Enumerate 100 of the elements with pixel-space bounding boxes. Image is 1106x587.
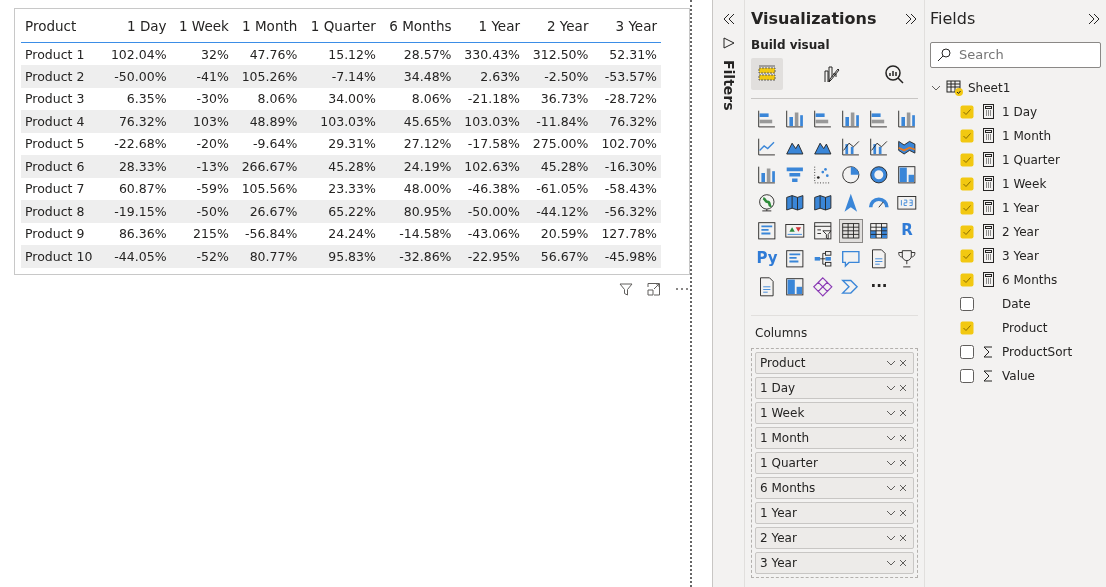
calculator-icon xyxy=(982,128,994,144)
checkbox[interactable] xyxy=(960,104,974,119)
list-icon[interactable] xyxy=(784,247,806,270)
field-well-item[interactable]: 3 Year xyxy=(755,551,914,574)
column-header[interactable]: 1 Quarter xyxy=(301,13,380,43)
checkbox[interactable] xyxy=(960,152,974,167)
table-cell: -16.30% xyxy=(592,155,661,178)
table-cell: 65.22% xyxy=(301,200,380,223)
field-item[interactable]: 1 Month xyxy=(930,123,1101,148)
field-name: 1 Week xyxy=(760,404,806,422)
table-cell: -11.84% xyxy=(523,110,593,133)
checkbox[interactable] xyxy=(960,368,974,383)
field-well-item[interactable]: 1 Week xyxy=(755,401,914,424)
field-name: Date xyxy=(1002,295,1031,313)
field-name: 3 Year xyxy=(1002,247,1039,265)
field-well-item[interactable]: 6 Months xyxy=(755,476,914,499)
table-cell: 28.57% xyxy=(379,42,456,66)
field-well-item[interactable]: 2 Year xyxy=(755,526,914,549)
pane-title: Visualizations xyxy=(751,10,877,28)
table-cell: 45.65% xyxy=(379,110,456,133)
table-visual[interactable] xyxy=(14,8,690,275)
table-name[interactable]: Sheet1 xyxy=(968,78,1011,97)
table-cell: 103.03% xyxy=(301,110,380,133)
table-cell: 105.26% xyxy=(232,65,302,88)
checkbox[interactable] xyxy=(960,176,974,191)
table-cell: -22.68% xyxy=(102,132,171,156)
visual-type-label[interactable]: R xyxy=(901,223,913,239)
expand-icon[interactable] xyxy=(1087,11,1101,26)
table-cell: -44.12% xyxy=(523,200,593,223)
calculator-icon xyxy=(982,200,994,216)
field-name: 2 Year xyxy=(1002,223,1039,241)
checkbox[interactable] xyxy=(960,296,974,311)
table-cell: 2.63% xyxy=(455,65,524,88)
field-name: 6 Months xyxy=(1002,271,1058,289)
pie-chart-icon[interactable] xyxy=(840,163,862,186)
field-item[interactable]: 1 Day xyxy=(930,99,1101,124)
field-item[interactable]: 3 Year xyxy=(930,243,1101,268)
table-cell: 26.67% xyxy=(232,200,302,223)
slicer-icon[interactable] xyxy=(812,219,834,242)
trophy-icon[interactable] xyxy=(896,247,918,270)
field-well-item[interactable]: 1 Year xyxy=(755,501,914,524)
column-header[interactable]: 1 Month xyxy=(232,13,302,43)
table-cell: 95.83% xyxy=(301,245,380,268)
pane-title[interactable]: Filters xyxy=(718,60,739,111)
field-item[interactable]: 2 Year xyxy=(930,219,1101,244)
field-item[interactable]: 6 Months xyxy=(930,267,1101,292)
field-item[interactable]: 1 Quarter xyxy=(930,147,1101,172)
table-cell: Product 2 xyxy=(21,65,103,88)
calculator-icon xyxy=(982,176,994,192)
column-header[interactable]: 1 Year xyxy=(455,13,524,43)
visual-type-label[interactable]: ··· xyxy=(870,279,888,295)
column-header[interactable]: 2 Year xyxy=(523,13,593,43)
checkbox[interactable] xyxy=(960,248,974,263)
field-well-item[interactable]: 1 Day xyxy=(755,376,914,399)
field-item[interactable]: Date xyxy=(930,291,1101,316)
search-field[interactable]: Search xyxy=(957,43,1087,66)
field-name: 1 Quarter xyxy=(1002,151,1060,169)
expand-icon[interactable] xyxy=(904,11,918,26)
field-name: Product xyxy=(760,354,807,372)
field-item[interactable]: Value xyxy=(930,363,1101,388)
table-cell: Product 8 xyxy=(21,200,103,223)
field-item[interactable]: 1 Year xyxy=(930,195,1101,220)
calculator-icon xyxy=(982,248,994,264)
treemap-icon[interactable] xyxy=(896,163,918,186)
checkbox[interactable] xyxy=(960,344,974,359)
field-item[interactable]: ProductSort xyxy=(930,339,1101,364)
checkbox[interactable] xyxy=(960,224,974,239)
column-header[interactable]: Product xyxy=(21,13,103,43)
field-name: 1 Week xyxy=(1002,175,1047,193)
field-name: 1 Month xyxy=(760,429,811,447)
checkbox[interactable] xyxy=(960,320,974,335)
table-cell: Product 4 xyxy=(21,110,103,133)
diamond-pattern-icon[interactable] xyxy=(812,275,834,298)
column-header[interactable]: 3 Year xyxy=(592,13,661,43)
collapse-icon[interactable] xyxy=(721,12,736,26)
donut-chart-icon[interactable] xyxy=(868,163,890,186)
list-icon[interactable] xyxy=(756,219,778,242)
table-cell: Product 9 xyxy=(21,222,103,246)
field-well-item[interactable]: 1 Quarter xyxy=(755,451,914,474)
checkbox[interactable] xyxy=(960,128,974,143)
column-header[interactable]: 1 Day xyxy=(102,13,171,43)
globe-icon[interactable] xyxy=(756,191,778,214)
treemap-icon[interactable] xyxy=(784,275,806,298)
field-well-item[interactable]: Product xyxy=(755,351,914,374)
focus-mode-icon[interactable] xyxy=(646,280,662,297)
field-well-item[interactable]: 1 Month xyxy=(755,426,914,449)
column-header[interactable]: 6 Months xyxy=(379,13,456,43)
field-item[interactable]: 1 Week xyxy=(930,171,1101,196)
search-icon xyxy=(937,47,951,62)
checkbox[interactable] xyxy=(960,272,974,287)
column-header[interactable]: 1 Week xyxy=(170,13,233,43)
field-name: Product xyxy=(1002,319,1048,337)
visual-type-label[interactable]: Py xyxy=(756,251,778,267)
field-item[interactable]: Product xyxy=(930,315,1101,340)
search-box[interactable]: Search xyxy=(930,41,1101,68)
table-cell: -50% xyxy=(170,200,233,223)
table-cell: -32.86% xyxy=(379,245,456,268)
checkbox[interactable] xyxy=(960,200,974,215)
table-cell: Product 10 xyxy=(21,245,103,268)
table-cell: -20% xyxy=(170,132,233,156)
